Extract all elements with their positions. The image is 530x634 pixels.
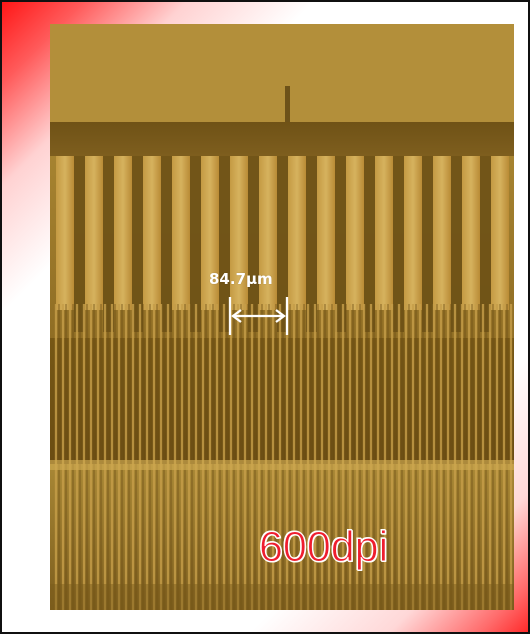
measurement-label: 84.7μm xyxy=(209,270,273,288)
red-gradient-frame: 84.7μm 600dpi xyxy=(0,0,530,634)
microscope-image: 84.7μm 600dpi xyxy=(50,24,514,610)
resolution-label: 600dpi xyxy=(258,523,389,571)
